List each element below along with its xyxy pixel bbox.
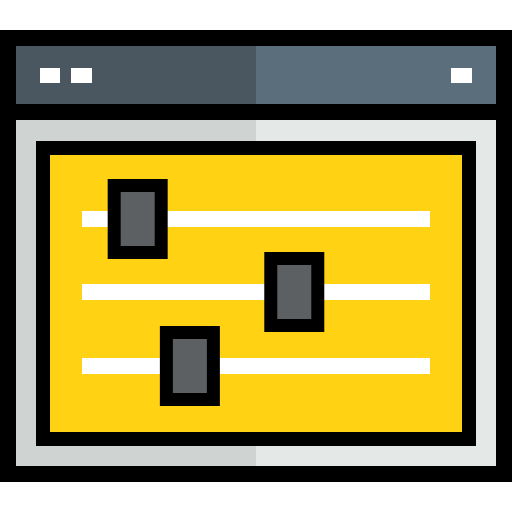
- slider-3-knob-inner: [172, 339, 207, 393]
- browser-window-equalizer-icon: [0, 30, 512, 482]
- slider-2-track: [82, 284, 430, 300]
- icon-canvas: [0, 0, 512, 512]
- slider-1-knob-inner: [120, 192, 155, 246]
- equalizer-sliders: [82, 179, 430, 406]
- titlebar-dot-3: [451, 68, 472, 83]
- titlebar-dot-1: [40, 68, 60, 83]
- titlebar-dot-2: [71, 68, 92, 83]
- slider-3-track: [82, 358, 430, 374]
- slider-2-knob-inner: [277, 265, 312, 319]
- titlebar: [16, 46, 496, 104]
